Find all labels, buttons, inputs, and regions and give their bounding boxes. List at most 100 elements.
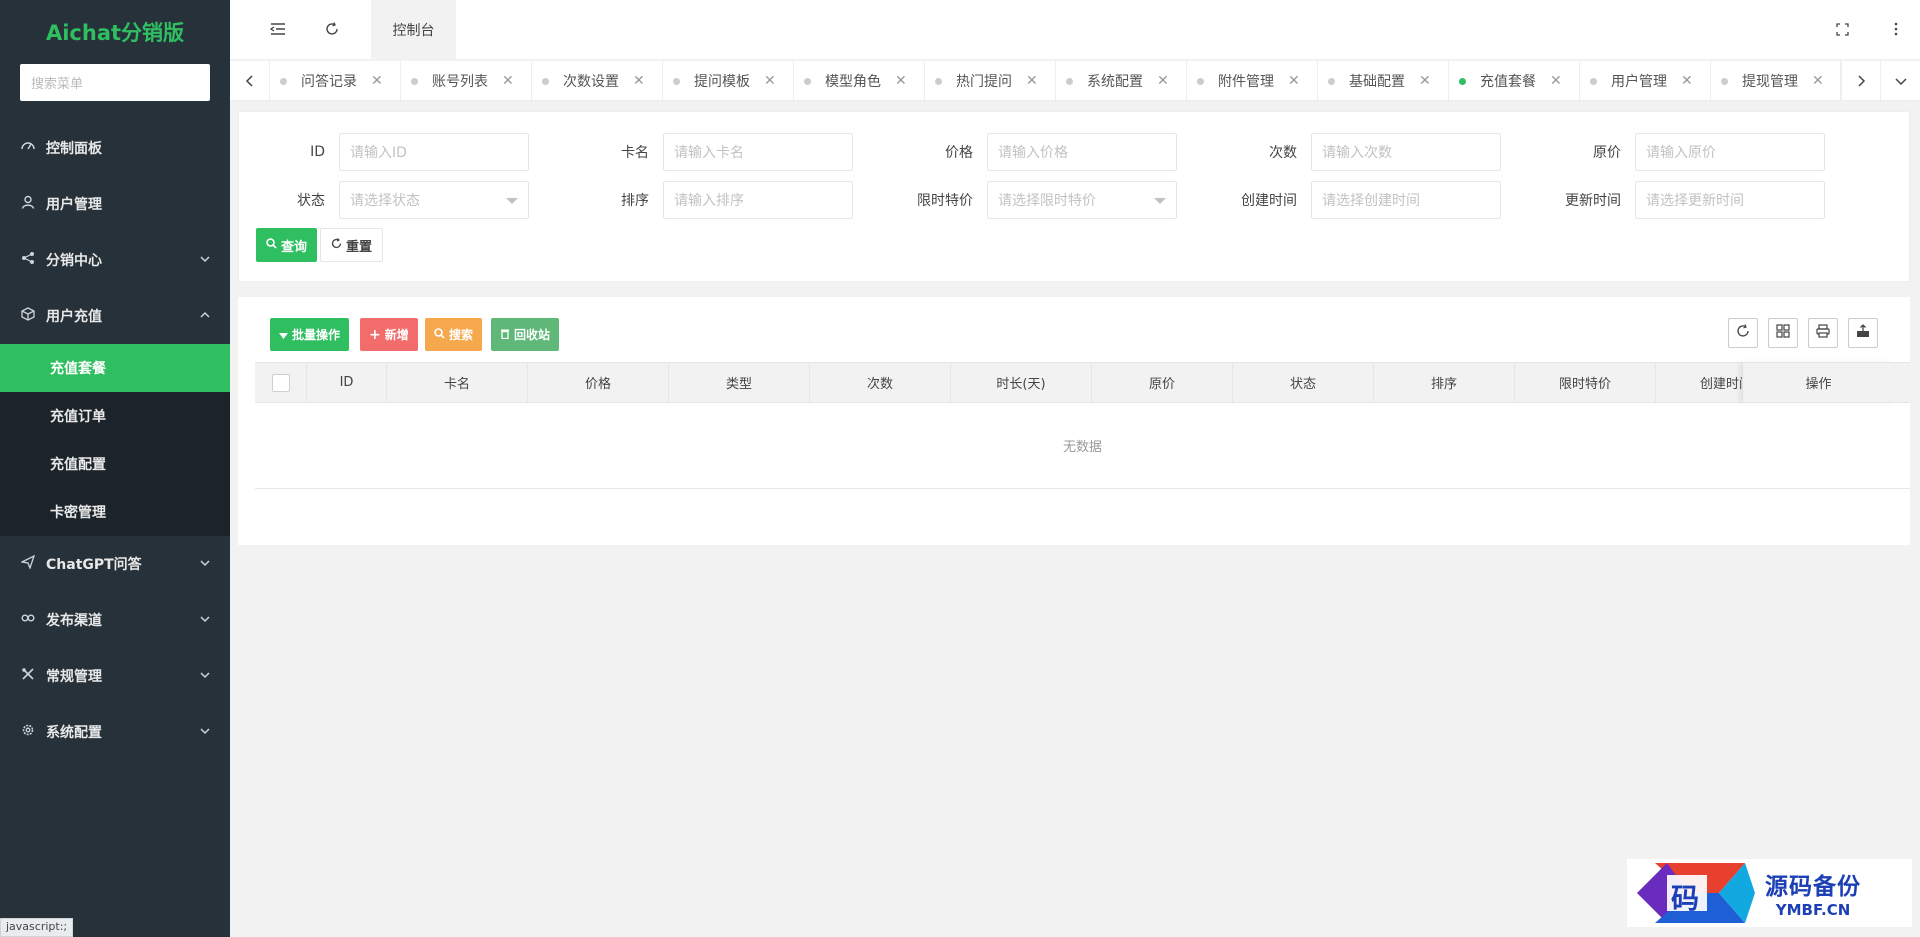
recycle-bin-button[interactable]: 回收站 bbox=[491, 318, 560, 351]
close-icon[interactable]: ✕ bbox=[1419, 73, 1431, 89]
field-label: 原价 bbox=[1593, 145, 1621, 161]
column-header[interactable]: 价格 bbox=[528, 363, 669, 402]
tab-model-roles[interactable]: 模型角色 ✕ bbox=[794, 61, 925, 101]
column-header[interactable]: 限时特价 bbox=[1515, 363, 1656, 402]
chevron-up-icon bbox=[198, 309, 212, 323]
menu-search-input[interactable]: 搜索菜单 bbox=[20, 64, 210, 101]
close-icon[interactable]: ✕ bbox=[895, 73, 907, 89]
gear-icon bbox=[20, 723, 36, 741]
refresh-icon bbox=[1736, 324, 1750, 342]
browser-status-tip: javascript:; bbox=[0, 918, 74, 937]
sidebar-subitem-cards[interactable]: 卡密管理 bbox=[0, 488, 230, 536]
sidebar-item-system[interactable]: 系统配置 bbox=[0, 704, 230, 760]
tab-label: 提问模板 bbox=[694, 74, 750, 90]
column-header[interactable]: 时长(天) bbox=[951, 363, 1092, 402]
sidebar-subitem-config[interactable]: 充值配置 bbox=[0, 440, 230, 488]
print-button[interactable] bbox=[1808, 318, 1838, 348]
tab-question-templates[interactable]: 提问模板 ✕ bbox=[663, 61, 794, 101]
close-icon[interactable]: ✕ bbox=[371, 73, 383, 89]
close-icon[interactable]: ✕ bbox=[764, 73, 776, 89]
sidebar-subitem-packages[interactable]: 充值套餐 bbox=[0, 344, 230, 392]
sidebar-item-label: 用户充值 bbox=[46, 309, 102, 325]
sort-input[interactable]: 请输入排序 bbox=[663, 181, 853, 219]
tabs-scroll-right-button[interactable] bbox=[1840, 61, 1880, 101]
select-all-checkbox[interactable] bbox=[271, 373, 290, 392]
tab-account-list[interactable]: 账号列表 ✕ bbox=[401, 61, 532, 101]
tab-count-settings[interactable]: 次数设置 ✕ bbox=[532, 61, 663, 101]
empty-state: 无数据 bbox=[255, 403, 1910, 489]
dashboard-icon bbox=[20, 139, 36, 157]
more-options-button[interactable] bbox=[1872, 0, 1920, 60]
sidebar-item-users[interactable]: 用户管理 bbox=[0, 176, 230, 232]
tab-label: 充值套餐 bbox=[1480, 74, 1536, 90]
close-icon[interactable]: ✕ bbox=[1812, 73, 1824, 89]
sidebar-item-dashboard[interactable]: 控制面板 bbox=[0, 120, 230, 176]
batch-operation-button[interactable]: 批量操作 bbox=[270, 318, 350, 351]
reset-button[interactable]: 重置 bbox=[320, 228, 384, 262]
sidebar: Aichat分销版 搜索菜单 控制面板 用户管理 分销中心 用户充值 充值套餐 … bbox=[0, 0, 230, 937]
created-time-input[interactable]: 请选择创建时间 bbox=[1311, 181, 1501, 219]
close-icon[interactable]: ✕ bbox=[502, 73, 514, 89]
id-input[interactable]: 请输入ID bbox=[339, 133, 529, 171]
column-header[interactable]: 状态 bbox=[1233, 363, 1374, 402]
limited-offer-select[interactable]: 请选择限时特价 bbox=[987, 181, 1177, 219]
count-input[interactable]: 请输入次数 bbox=[1311, 133, 1501, 171]
field-status: 状态 请选择状态 bbox=[239, 181, 529, 219]
tab-console[interactable]: 控制台 bbox=[371, 0, 456, 60]
status-select[interactable]: 请选择状态 bbox=[339, 181, 529, 219]
grid-icon bbox=[1776, 324, 1790, 342]
price-input[interactable]: 请输入价格 bbox=[987, 133, 1177, 171]
refresh-page-button[interactable] bbox=[308, 0, 356, 60]
table-refresh-button[interactable] bbox=[1728, 318, 1758, 348]
sidebar-item-channels[interactable]: 发布渠道 bbox=[0, 592, 230, 648]
add-button[interactable]: + 新增 bbox=[360, 318, 418, 351]
chevron-left-icon bbox=[245, 72, 255, 91]
tabs-dropdown-button[interactable] bbox=[1880, 61, 1920, 101]
tabs-scroll-left-button[interactable] bbox=[230, 61, 270, 101]
collapse-menu-button[interactable] bbox=[254, 0, 302, 60]
close-icon[interactable]: ✕ bbox=[1681, 73, 1693, 89]
column-header[interactable]: 类型 bbox=[669, 363, 810, 402]
close-icon[interactable]: ✕ bbox=[1157, 73, 1169, 89]
column-header[interactable]: 原价 bbox=[1092, 363, 1233, 402]
search-toggle-button[interactable]: 搜索 bbox=[425, 318, 483, 351]
tab-dot-icon bbox=[1590, 77, 1597, 85]
sidebar-item-label: 用户管理 bbox=[46, 197, 102, 213]
card-name-input[interactable]: 请输入卡名 bbox=[663, 133, 853, 171]
close-icon[interactable]: ✕ bbox=[633, 73, 645, 89]
sidebar-item-chatgpt[interactable]: ChatGPT问答 bbox=[0, 536, 230, 592]
export-button[interactable] bbox=[1848, 318, 1878, 348]
column-filter-button[interactable] bbox=[1768, 318, 1798, 348]
caret-down-icon bbox=[279, 328, 288, 342]
sidebar-item-recharge[interactable]: 用户充值 bbox=[0, 288, 230, 344]
field-label: 排序 bbox=[621, 193, 649, 209]
original-price-input[interactable]: 请输入原价 bbox=[1635, 133, 1825, 171]
updated-time-input[interactable]: 请选择更新时间 bbox=[1635, 181, 1825, 219]
tab-withdrawals[interactable]: 提现管理 ✕ bbox=[1711, 61, 1842, 101]
chevron-down-icon bbox=[1894, 72, 1907, 91]
tab-user-management[interactable]: 用户管理 ✕ bbox=[1580, 61, 1711, 101]
input-placeholder: 请输入原价 bbox=[1646, 145, 1716, 161]
sidebar-item-label: ChatGPT问答 bbox=[46, 557, 142, 573]
close-icon[interactable]: ✕ bbox=[1026, 73, 1038, 89]
sidebar-item-general[interactable]: 常规管理 bbox=[0, 648, 230, 704]
tab-attachments[interactable]: 附件管理 ✕ bbox=[1187, 61, 1318, 101]
tab-system-config[interactable]: 系统配置 ✕ bbox=[1056, 61, 1187, 101]
fullscreen-button[interactable] bbox=[1818, 0, 1866, 60]
app-logo[interactable]: Aichat分销版 bbox=[0, 0, 230, 64]
column-header[interactable]: ID bbox=[307, 363, 387, 402]
tab-hot-questions[interactable]: 热门提问 ✕ bbox=[925, 61, 1056, 101]
tab-basic-config[interactable]: 基础配置 ✕ bbox=[1318, 61, 1449, 101]
tab-recharge-packages[interactable]: 充值套餐 ✕ bbox=[1449, 61, 1580, 101]
input-placeholder: 请输入卡名 bbox=[674, 145, 744, 161]
close-icon[interactable]: ✕ bbox=[1550, 73, 1562, 89]
sidebar-subitem-orders[interactable]: 充值订单 bbox=[0, 392, 230, 440]
query-button[interactable]: 查询 bbox=[256, 228, 318, 262]
column-header[interactable]: 卡名 bbox=[387, 363, 528, 402]
tab-qa-records[interactable]: 问答记录 ✕ bbox=[270, 61, 401, 101]
sidebar-item-distribution[interactable]: 分销中心 bbox=[0, 232, 230, 288]
close-icon[interactable]: ✕ bbox=[1288, 73, 1300, 89]
tab-label: 热门提问 bbox=[956, 74, 1012, 90]
column-header[interactable]: 次数 bbox=[810, 363, 951, 402]
column-header[interactable]: 排序 bbox=[1374, 363, 1515, 402]
